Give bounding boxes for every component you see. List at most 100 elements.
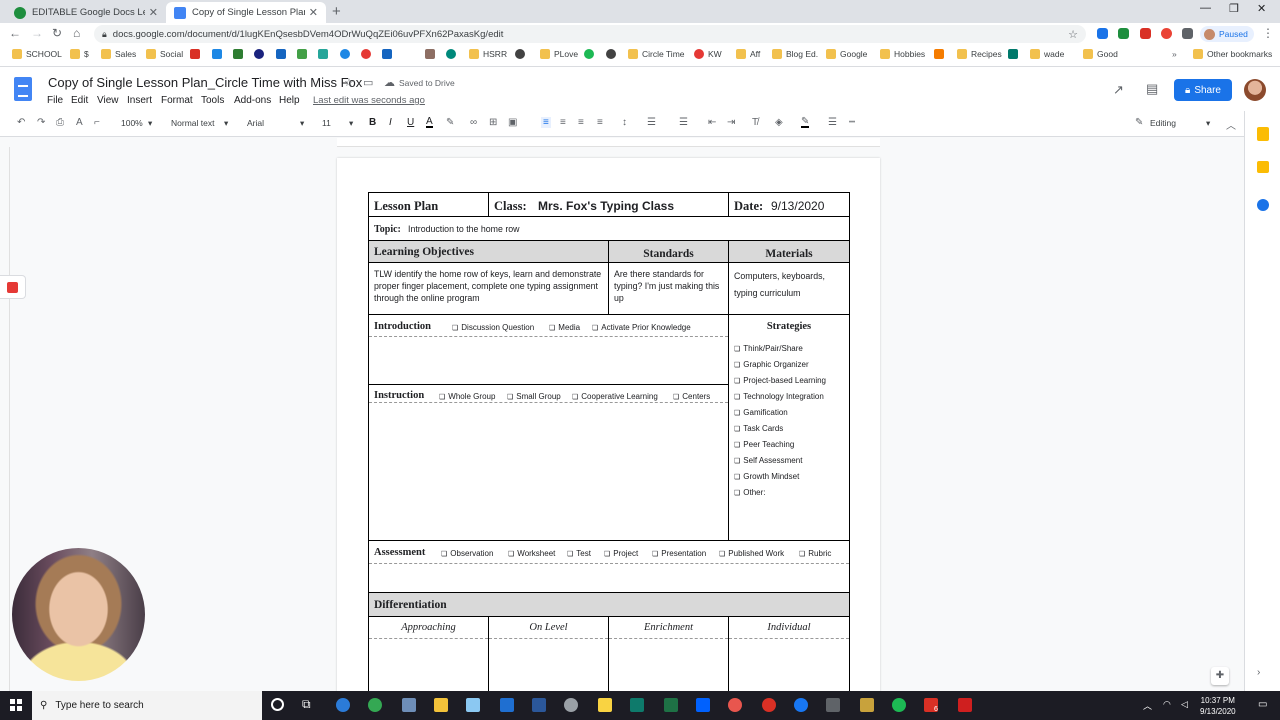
window-close-icon[interactable]: ✕ <box>1257 2 1266 15</box>
explore-icon[interactable]: ✚ <box>1211 667 1229 685</box>
checkbox-strategy[interactable]: Think/Pair/Share <box>734 344 803 353</box>
paint-format-icon[interactable]: ⌐ <box>94 117 100 128</box>
extension-icon[interactable] <box>1118 28 1129 39</box>
cortana-icon[interactable] <box>271 698 284 711</box>
diff-enrichment-cell[interactable]: Enrichment <box>608 616 729 697</box>
bookmark-icon[interactable] <box>606 49 620 59</box>
bookmark-item[interactable]: Circle Time <box>628 49 685 59</box>
acrobat-icon[interactable] <box>958 698 972 712</box>
bookmark-icon[interactable] <box>297 49 311 59</box>
menu-insert[interactable]: Insert <box>127 95 152 106</box>
checkbox-strategy[interactable]: Technology Integration <box>734 392 824 401</box>
checkbox-strategy[interactable]: Peer Teaching <box>734 440 794 449</box>
standards-cell[interactable]: Are there standards for typing? I'm just… <box>608 262 729 315</box>
app-icon[interactable] <box>728 698 742 712</box>
bookmark-icon[interactable] <box>233 49 247 59</box>
bulleted-list-icon[interactable]: ☰ <box>679 117 688 128</box>
checkbox-strategy[interactable]: Graphic Organizer <box>734 360 808 369</box>
highlight-icon[interactable]: ✎ <box>446 117 454 128</box>
topic-cell[interactable]: Topic: Introduction to the home row <box>368 216 850 241</box>
bookmark-icon[interactable] <box>515 49 529 59</box>
system-clock[interactable]: 10:37 PM 9/13/2020 <box>1200 695 1236 717</box>
redo-icon[interactable]: ↷ <box>37 117 45 128</box>
more-menu-icon[interactable]: ⋮ <box>1262 26 1274 40</box>
border-width-icon[interactable]: ☰ <box>828 117 837 128</box>
bookmark-item[interactable]: HSRR <box>469 49 507 59</box>
bookmark-item[interactable]: Aff <box>736 49 760 59</box>
diff-approaching-cell[interactable]: Approaching <box>368 616 489 697</box>
chevron-up-icon[interactable]: ︿ <box>1226 117 1236 132</box>
app-icon[interactable] <box>500 698 514 712</box>
word-icon[interactable] <box>532 698 546 712</box>
checkbox-media[interactable]: Media <box>549 323 580 332</box>
bookmark-item[interactable]: SCHOOL <box>12 49 62 59</box>
file-explorer-icon[interactable] <box>434 698 448 712</box>
avatar[interactable] <box>1244 79 1266 101</box>
task-view-icon[interactable]: ⧉ <box>302 697 311 712</box>
line-spacing-icon[interactable]: ↕ <box>622 117 627 128</box>
undo-icon[interactable]: ↶ <box>17 117 25 128</box>
border-color-icon[interactable]: ✎ <box>801 117 810 128</box>
share-button[interactable]: 🔒︎ Share <box>1174 79 1232 101</box>
align-left-icon[interactable]: ≡ <box>541 117 551 128</box>
extension-icon[interactable] <box>1161 28 1172 39</box>
bookmark-item[interactable]: KW <box>694 49 722 59</box>
chevron-right-icon[interactable]: » <box>1172 49 1177 59</box>
checkbox-test[interactable]: Test <box>567 549 591 558</box>
chevron-right-icon[interactable]: › <box>1257 667 1260 678</box>
increase-indent-icon[interactable]: ⇥ <box>727 117 735 128</box>
address-bar[interactable]: 🔒︎ docs.google.com/document/d/1lugKEnQse… <box>94 25 1086 43</box>
menu-tools[interactable]: Tools <box>201 95 224 106</box>
forward-icon[interactable]: → <box>31 26 43 40</box>
bookmark-item[interactable]: PLove <box>540 49 578 59</box>
assessment-cell[interactable]: Assessment Observation Worksheet Test Pr… <box>368 540 850 593</box>
print-icon[interactable]: ⎙ <box>56 117 64 128</box>
bookmark-item[interactable]: Recipes <box>957 49 1002 59</box>
bookmark-item[interactable]: Sales <box>101 49 136 59</box>
messenger-icon[interactable] <box>794 698 808 712</box>
star-icon[interactable]: ☆ <box>344 76 354 89</box>
app-icon[interactable] <box>826 698 840 712</box>
sticky-notes-icon[interactable] <box>598 698 612 712</box>
camera-app-icon[interactable] <box>466 698 480 712</box>
docs-logo-icon[interactable] <box>14 77 32 101</box>
bookmark-icon[interactable] <box>276 49 290 59</box>
menu-edit[interactable]: Edit <box>71 95 88 106</box>
bold-icon[interactable]: B <box>369 117 376 128</box>
bookmark-item[interactable]: Google <box>826 49 867 59</box>
back-icon[interactable]: ← <box>9 26 21 40</box>
checkbox-whole-group[interactable]: Whole Group <box>439 392 495 401</box>
align-center-icon[interactable]: ≡ <box>560 117 566 128</box>
diff-on-level-cell[interactable]: On Level <box>488 616 609 697</box>
bookmark-icon[interactable] <box>254 49 268 59</box>
checkbox-centers[interactable]: Centers <box>673 392 710 401</box>
bookmark-item[interactable]: Hobbies <box>880 49 925 59</box>
text-color-icon[interactable]: A <box>426 117 433 128</box>
checkbox-cooperative-learning[interactable]: Cooperative Learning <box>572 392 658 401</box>
close-icon[interactable]: ✕ <box>149 6 158 19</box>
date-cell[interactable]: Date: 9/13/2020 <box>728 192 850 217</box>
font-size-select[interactable]: 11 <box>322 118 331 128</box>
bookmark-icon[interactable] <box>212 49 226 59</box>
checkbox-strategy[interactable]: Task Cards <box>734 424 783 433</box>
bookmark-icon[interactable] <box>425 49 439 59</box>
instruction-cell[interactable]: Instruction Whole Group Small Group Coop… <box>368 384 729 541</box>
diff-individual-cell[interactable]: Individual <box>728 616 850 697</box>
checkbox-published-work[interactable]: Published Work <box>719 549 784 558</box>
bookmark-item[interactable]: wade <box>1030 49 1064 59</box>
bookmark-icon[interactable] <box>1008 49 1022 59</box>
edge-app-icon[interactable] <box>336 698 350 712</box>
checkbox-presentation[interactable]: Presentation <box>652 549 706 558</box>
objectives-cell[interactable]: TLW identify the home row of keys, learn… <box>368 262 609 315</box>
menu-help[interactable]: Help <box>279 95 300 106</box>
notification-center-icon[interactable]: ▭ <box>1258 699 1267 710</box>
bookmark-icon[interactable] <box>361 49 375 59</box>
publisher-icon[interactable] <box>630 698 644 712</box>
bookmark-item[interactable]: $ <box>70 49 89 59</box>
numbered-list-icon[interactable]: ☰ <box>647 117 656 128</box>
zoom-select[interactable]: 100% <box>121 118 143 128</box>
mode-select[interactable]: Editing <box>1150 118 1176 128</box>
checkbox-observation[interactable]: Observation <box>441 549 493 558</box>
border-dash-icon[interactable]: ┅ <box>849 117 855 128</box>
checkbox-strategy[interactable]: Growth Mindset <box>734 472 799 481</box>
